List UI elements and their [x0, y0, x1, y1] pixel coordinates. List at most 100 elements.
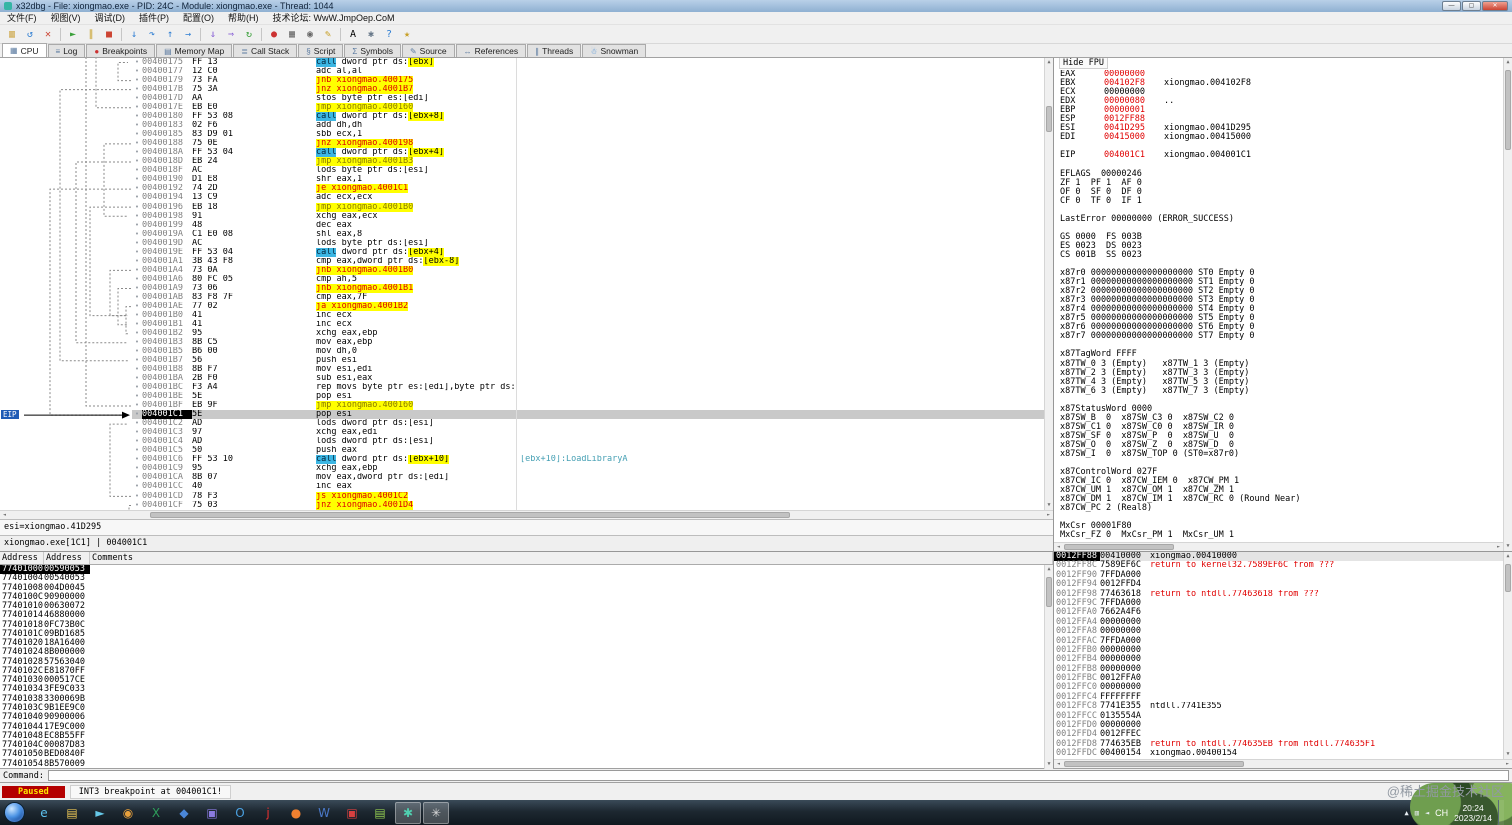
tray-expand-icon[interactable]: ▲ — [1405, 809, 1409, 817]
breakpoint-dot[interactable]: • — [132, 94, 142, 103]
disasm-row[interactable]: •004001A680 FC 05cmp ah,5 — [132, 275, 1044, 284]
hide-fpu-button[interactable]: Hide FPU — [1059, 58, 1108, 69]
breakpoint-dot[interactable]: • — [132, 130, 142, 139]
tab-breakpoints[interactable]: ●Breakpoints — [86, 44, 155, 57]
breakpoint-dot[interactable]: • — [132, 320, 142, 329]
taskbar-icon-outlook[interactable]: O — [227, 802, 253, 824]
dump-row[interactable]: 774010248B000000 — [0, 648, 1044, 657]
disasm-row[interactable]: •0040017973 FAjnb xiongmao.400175 — [132, 76, 1044, 85]
disasm-row[interactable]: •004001BCF3 A4rep movs byte ptr es:[edi]… — [132, 383, 1044, 392]
memory-icon[interactable]: ▦ — [283, 26, 301, 42]
disasm-row[interactable]: •004001AB83 F8 7Fcmp eax,7F — [132, 293, 1044, 302]
breakpoint-dot[interactable]: • — [132, 121, 142, 130]
disasm-row[interactable]: •0040018FAClods byte ptr ds:[esi] — [132, 166, 1044, 175]
disasm-row[interactable]: •004001C550push eax — [132, 446, 1044, 455]
settings-gear-icon[interactable]: ✱ — [362, 26, 380, 42]
breakpoint-dot[interactable]: • — [132, 166, 142, 175]
scroll-left-icon[interactable]: ◄ — [1054, 761, 1063, 767]
tab-symbols[interactable]: ΣSymbols — [344, 44, 401, 57]
stack-vscroll[interactable]: ▲ ▼ — [1503, 552, 1512, 759]
comment-icon[interactable]: ✎ — [319, 26, 337, 42]
trace-over-icon[interactable]: ⇒ — [222, 26, 240, 42]
breakpoint-dot[interactable]: • — [132, 257, 142, 266]
breakpoint-dot[interactable]: • — [132, 139, 142, 148]
breakpoint-dot[interactable]: • — [132, 473, 142, 482]
breakpoint-dot[interactable]: • — [132, 383, 142, 392]
disasm-row[interactable]: •00400190D1 E8shr eax,1 — [132, 175, 1044, 184]
registers-vscroll[interactable]: ▲ ▼ — [1503, 58, 1512, 551]
minimize-button[interactable]: — — [1442, 1, 1461, 11]
scroll-up-icon[interactable]: ▲ — [1504, 58, 1512, 67]
dump-row[interactable]: 77401048EC8B55FF — [0, 732, 1044, 741]
breakpoint-dot[interactable]: • — [132, 221, 142, 230]
tab-cpu[interactable]: ▦CPU — [2, 43, 47, 57]
dump-column-header[interactable]: Comments — [90, 552, 1053, 564]
dump-row[interactable]: 7740104417E9C000 — [0, 723, 1044, 732]
taskbar-icon-browser-orange[interactable]: ● — [283, 802, 309, 824]
breakpoint-dot[interactable]: • — [132, 392, 142, 401]
taskbar-icon-x32dbg[interactable]: ✱ — [395, 802, 421, 824]
dump-row[interactable]: 7740102CE81870FF — [0, 667, 1044, 676]
disasm-row[interactable]: •004001C6FF 53 10call dword ptr ds:[ebx+… — [132, 455, 1044, 464]
disasm-row[interactable]: •004001B88B F7mov esi,edi — [132, 365, 1044, 374]
disasm-row[interactable]: •004001B295xchg eax,ebp — [132, 329, 1044, 338]
help-icon[interactable]: ? — [380, 26, 398, 42]
disasm-row[interactable]: •004001CF75 03jnz xiongmao.4001D4 — [132, 501, 1044, 510]
menu-item-2[interactable]: 调试(D) — [88, 12, 133, 25]
dump-row[interactable]: 7740100400540053 — [0, 574, 1044, 583]
tab-snowman[interactable]: ☃Snowman — [582, 44, 646, 57]
menu-item-4[interactable]: 配置(O) — [176, 12, 221, 25]
disasm-row[interactable]: •0040018875 0Ejnz xiongmao.400198 — [132, 139, 1044, 148]
dump-column-header[interactable]: Address — [0, 552, 44, 564]
breakpoint-dot[interactable]: • — [132, 356, 142, 365]
disasm-row[interactable]: •004001C2ADlods dword ptr ds:[esi] — [132, 419, 1044, 428]
disasm-vscroll[interactable]: ▲ ▼ — [1044, 58, 1053, 510]
breakpoint-dot[interactable]: • — [132, 76, 142, 85]
disasm-row[interactable]: •004001C15Epop esi — [132, 410, 1044, 419]
disasm-row[interactable]: •004001CC40inc eax — [132, 482, 1044, 491]
menu-item-3[interactable]: 插件(P) — [132, 12, 176, 25]
disasm-row[interactable]: •0040019DAClods byte ptr ds:[esi] — [132, 239, 1044, 248]
scroll-left-icon[interactable]: ◄ — [0, 512, 9, 518]
breakpoint-dot[interactable]: • — [132, 365, 142, 374]
tab-script[interactable]: §Script — [298, 44, 343, 57]
breakpoint-dot[interactable]: • — [132, 157, 142, 166]
dump-row[interactable]: 77401030000517CE — [0, 676, 1044, 685]
breakpoint-dot[interactable]: • — [132, 148, 142, 157]
breakpoint-dot[interactable]: • — [132, 175, 142, 184]
disasm-row[interactable]: •0040017DAAstos byte ptr es:[edi] — [132, 94, 1044, 103]
dump-row[interactable]: 7740104090900006 — [0, 713, 1044, 722]
run-icon[interactable]: ► — [64, 26, 82, 42]
breakpoint-dot[interactable]: • — [132, 329, 142, 338]
breakpoint-dot[interactable]: • — [132, 193, 142, 202]
dump-vscroll[interactable]: ▲ ▼ — [1044, 565, 1053, 769]
disasm-row[interactable]: •004001A973 06jnb xiongmao.4001B1 — [132, 284, 1044, 293]
taskbar-icon-jd[interactable]: j — [255, 802, 281, 824]
breakpoint-dot[interactable]: • — [132, 284, 142, 293]
breakpoint-dot[interactable]: • — [132, 239, 142, 248]
breakpoint-dot[interactable]: • — [132, 112, 142, 121]
disasm-row[interactable]: •0040018583 D9 01sbb ecx,1 — [132, 130, 1044, 139]
breakpoint-dot[interactable]: • — [132, 455, 142, 464]
disasm-row[interactable]: •0040019274 2Dje xiongmao.4001C1 — [132, 184, 1044, 193]
disasm-row[interactable]: •0040019948dec eax — [132, 221, 1044, 230]
scroll-right-icon[interactable]: ► — [1044, 512, 1053, 518]
disasm-row[interactable]: •004001BA2B F0sub esi,eax — [132, 374, 1044, 383]
taskbar-icon-notepad[interactable]: ▤ — [367, 802, 393, 824]
dump-row[interactable]: 77401050BED0840F — [0, 750, 1044, 759]
stack-hscroll[interactable]: ◄ ► — [1054, 759, 1512, 768]
step-out-icon[interactable]: ↑ — [161, 26, 179, 42]
disasm-row[interactable]: •004001C397xchg eax,edi — [132, 428, 1044, 437]
disasm-row[interactable]: •0040018AFF 53 04call dword ptr ds:[ebx+… — [132, 148, 1044, 157]
disasm-row[interactable]: •0040019891xchg eax,ecx — [132, 212, 1044, 221]
tray-language-indicator[interactable]: CH — [1435, 808, 1448, 818]
taskbar-icon-spider[interactable]: ✳ — [423, 802, 449, 824]
disasm-row[interactable]: •004001AE77 02ja xiongmao.4001B2 — [132, 302, 1044, 311]
disasm-row[interactable]: •0040017712 C0adc al,al — [132, 67, 1044, 76]
dump-column-header[interactable]: Address — [44, 552, 90, 564]
breakpoint-dot[interactable]: • — [132, 482, 142, 491]
menu-item-6[interactable]: 技术论坛: WwW.JmpOep.CoM — [266, 12, 402, 25]
run-to-cursor-icon[interactable]: → — [179, 26, 197, 42]
scroll-right-icon[interactable]: ► — [1503, 761, 1512, 767]
disasm-row[interactable]: •0040019EFF 53 04call dword ptr ds:[ebx+… — [132, 248, 1044, 257]
